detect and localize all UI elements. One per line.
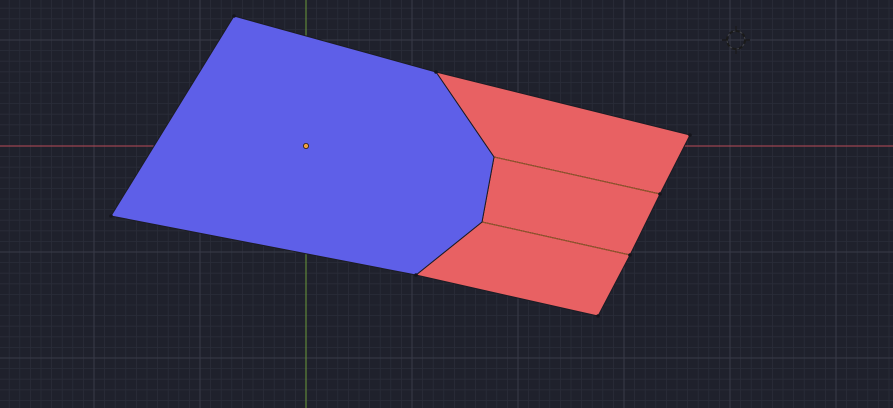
object-origin-icon[interactable]	[302, 142, 309, 149]
3d-viewport[interactable]	[0, 0, 893, 408]
